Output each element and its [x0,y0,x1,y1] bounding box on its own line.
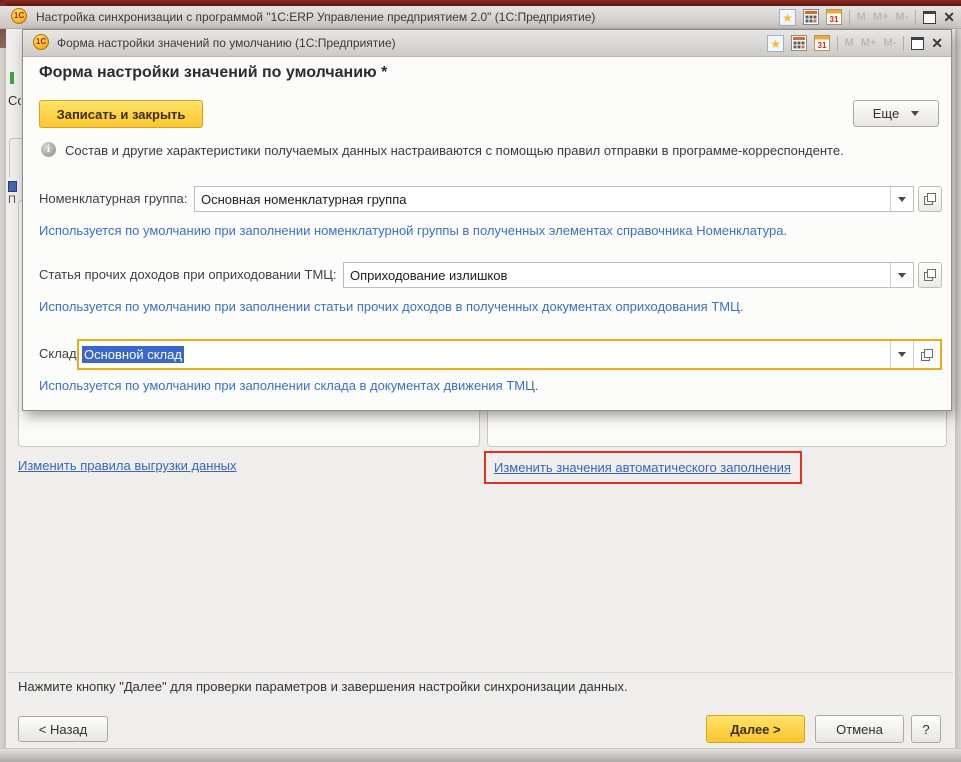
screen: 1С Настройка синхронизации с программой … [0,0,961,762]
open-value-button[interactable] [918,262,942,288]
other-income-item-field[interactable]: Оприходование излишков [343,262,914,288]
favorites-icon[interactable]: ★ [767,35,784,52]
change-autofill-values-link[interactable]: Изменить значения автоматического заполн… [494,460,791,475]
dialog-heading: Форма настройки значений по умолчанию * [39,64,387,82]
default-values-dialog: 1С Форма настройки значений по умолчанию… [22,29,952,411]
highlight-red-frame: Изменить значения автоматического заполн… [484,451,802,484]
more-button[interactable]: Еще [853,100,939,127]
memory-subtract-button: М- [883,37,896,49]
warehouse-label: Склад: [39,346,80,361]
memory-subtract-button: М- [895,11,908,23]
memory-add-button: М+ [861,37,877,49]
info-icon: i [41,142,56,157]
open-value-button[interactable] [918,186,942,212]
titlebar-separator [837,36,838,51]
dropdown-arrow-icon[interactable] [890,263,913,287]
calendar-icon[interactable]: 31 [814,35,830,51]
window-frame-bottom [0,748,961,762]
dialog-titlebar: 1С Форма настройки значений по умолчанию… [23,30,951,57]
calculator-icon[interactable] [803,9,819,25]
calendar-icon[interactable]: 31 [826,9,842,25]
warehouse-field[interactable]: Основной склад [77,339,942,370]
info-message: Состав и другие характеристики получаемы… [65,143,844,158]
1c-app-icon: 1С [33,34,49,50]
help-button[interactable]: ? [911,715,941,743]
change-export-rules-link[interactable]: Изменить правила выгрузки данных [18,458,236,473]
clipped-text-fragment: Со [8,93,21,109]
more-button-label: Еще [873,106,899,121]
window-frame-left [0,48,6,748]
wizard-hint-text: Нажмите кнопку "Далее" для проверки пара… [18,679,628,694]
favorites-icon[interactable]: ★ [779,9,796,26]
open-value-icon [924,193,936,205]
titlebar-separator [915,10,916,25]
clipped-panel-corner [9,138,22,177]
footer-separator [8,672,953,673]
next-button[interactable]: Далее > [706,715,805,743]
maximize-icon[interactable] [923,11,936,24]
clipped-green-icon [10,72,14,84]
svg-text:31: 31 [829,15,838,24]
dialog-title: Форма настройки значений по умолчанию (1… [57,36,396,50]
svg-text:★: ★ [782,11,793,25]
svg-text:31: 31 [817,41,826,50]
open-value-icon [921,349,933,361]
maximize-icon[interactable] [911,37,924,50]
titlebar-separator [903,36,904,51]
open-value-icon [924,269,936,281]
close-icon[interactable]: ✕ [943,11,955,23]
warehouse-value-selected: Основной склад [82,346,184,363]
dropdown-arrow-icon[interactable] [890,341,913,368]
warehouse-hint: Используется по умолчанию при заполнении… [39,378,538,393]
calculator-icon[interactable] [791,35,807,51]
memory-add-button: М+ [873,11,889,23]
main-titlebar: 1С Настройка синхронизации с программой … [0,6,961,29]
close-icon[interactable]: ✕ [931,37,943,49]
memory-recall-button: М [845,37,854,49]
nomenclature-group-label: Номенклатурная группа: [39,191,187,206]
save-and-close-button[interactable]: Записать и закрыть [39,100,203,128]
memory-recall-button: М [857,11,866,23]
window-frame-right [955,27,961,748]
back-button[interactable]: < Назад [18,716,108,742]
main-window-title: Настройка синхронизации с программой "1С… [36,10,595,24]
other-income-item-hint: Используется по умолчанию при заполнении… [39,299,743,314]
dialog-titlebar-tools: ★ 31 М М+ М- ✕ [767,34,943,52]
open-value-button[interactable] [913,341,940,368]
1c-app-icon: 1С [11,8,27,24]
nomenclature-group-field[interactable]: Основная номенклатурная группа [194,186,914,212]
main-titlebar-tools: ★ 31 М М+ М- ✕ [779,8,955,26]
other-income-item-label: Статья прочих доходов при оприходовании … [39,267,337,282]
clipped-blue-icon [8,181,17,192]
clipped-text-fragment: П [8,194,17,208]
dropdown-arrow-icon[interactable] [890,187,913,211]
other-income-item-value: Оприходование излишков [344,268,890,283]
chevron-down-icon [911,111,919,116]
nomenclature-group-value: Основная номенклатурная группа [195,192,890,207]
cancel-button[interactable]: Отмена [815,715,904,743]
svg-text:★: ★ [770,37,781,51]
titlebar-separator [849,10,850,25]
nomenclature-group-hint: Используется по умолчанию при заполнении… [39,223,787,238]
